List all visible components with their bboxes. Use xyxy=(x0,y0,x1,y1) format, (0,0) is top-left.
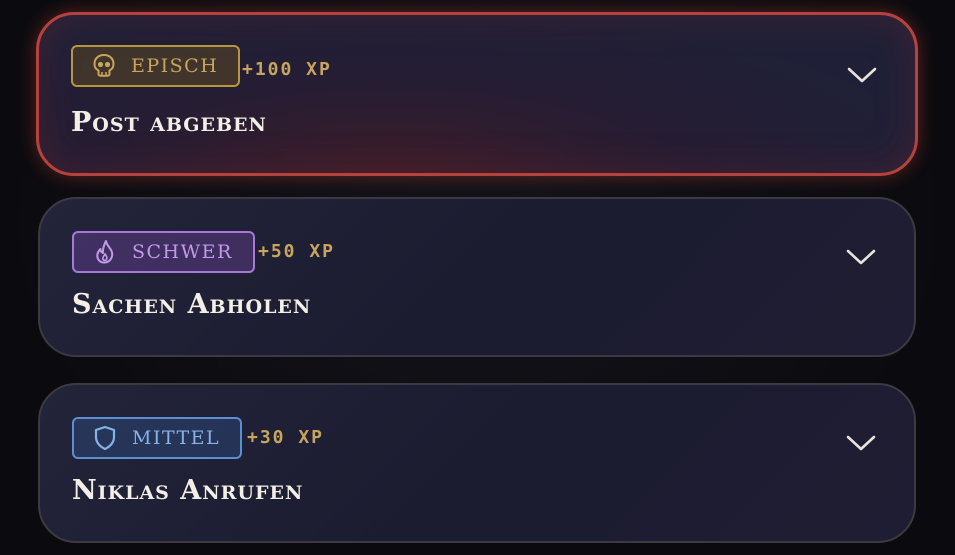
quest-card-medium[interactable]: MITTEL +30 XP Niklas Anrufen xyxy=(38,383,916,543)
chevron-down-icon[interactable] xyxy=(846,433,876,453)
shield-icon xyxy=(92,424,118,452)
xp-reward: +30 XP xyxy=(247,427,325,448)
xp-reward: +50 XP xyxy=(258,241,336,262)
chevron-down-icon[interactable] xyxy=(846,247,876,267)
difficulty-label: SCHWER xyxy=(132,241,233,263)
difficulty-badge: MITTEL xyxy=(72,417,243,459)
difficulty-badge: EPISCH xyxy=(71,45,241,87)
quest-title: Post abgeben xyxy=(71,107,267,138)
skull-icon xyxy=(91,52,117,80)
difficulty-badge: SCHWER xyxy=(72,231,255,273)
quest-title: Niklas Anrufen xyxy=(72,475,304,506)
difficulty-label: MITTEL xyxy=(132,427,221,449)
flame-icon xyxy=(92,238,118,266)
quest-card-epic[interactable]: EPISCH +100 XP Post abgeben xyxy=(36,12,918,176)
difficulty-label: EPISCH xyxy=(131,55,219,77)
xp-reward: +100 XP xyxy=(242,59,332,80)
quest-title: Sachen Abholen xyxy=(72,289,312,320)
quest-list: EPISCH +100 XP Post abgeben SCHWER +50 X… xyxy=(0,0,955,555)
chevron-down-icon[interactable] xyxy=(847,65,877,85)
quest-card-hard[interactable]: SCHWER +50 XP Sachen Abholen xyxy=(38,197,916,357)
